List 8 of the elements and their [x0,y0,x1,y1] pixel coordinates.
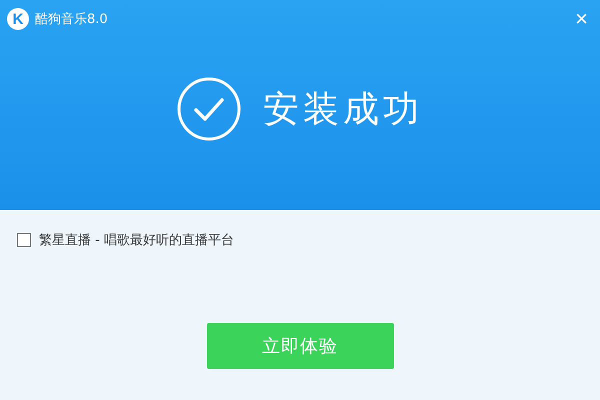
checkbox-label: 繁星直播 - 唱歌最好听的直播平台 [39,232,234,249]
window-title: 酷狗音乐8.0 [35,11,108,28]
success-message: 安装成功 [263,88,423,132]
checkbox[interactable] [17,233,31,247]
try-now-button[interactable]: 立即体验 [206,323,394,369]
app-logo: K [7,8,29,30]
close-button[interactable]: × [571,8,592,30]
checkmark-icon [177,77,241,141]
